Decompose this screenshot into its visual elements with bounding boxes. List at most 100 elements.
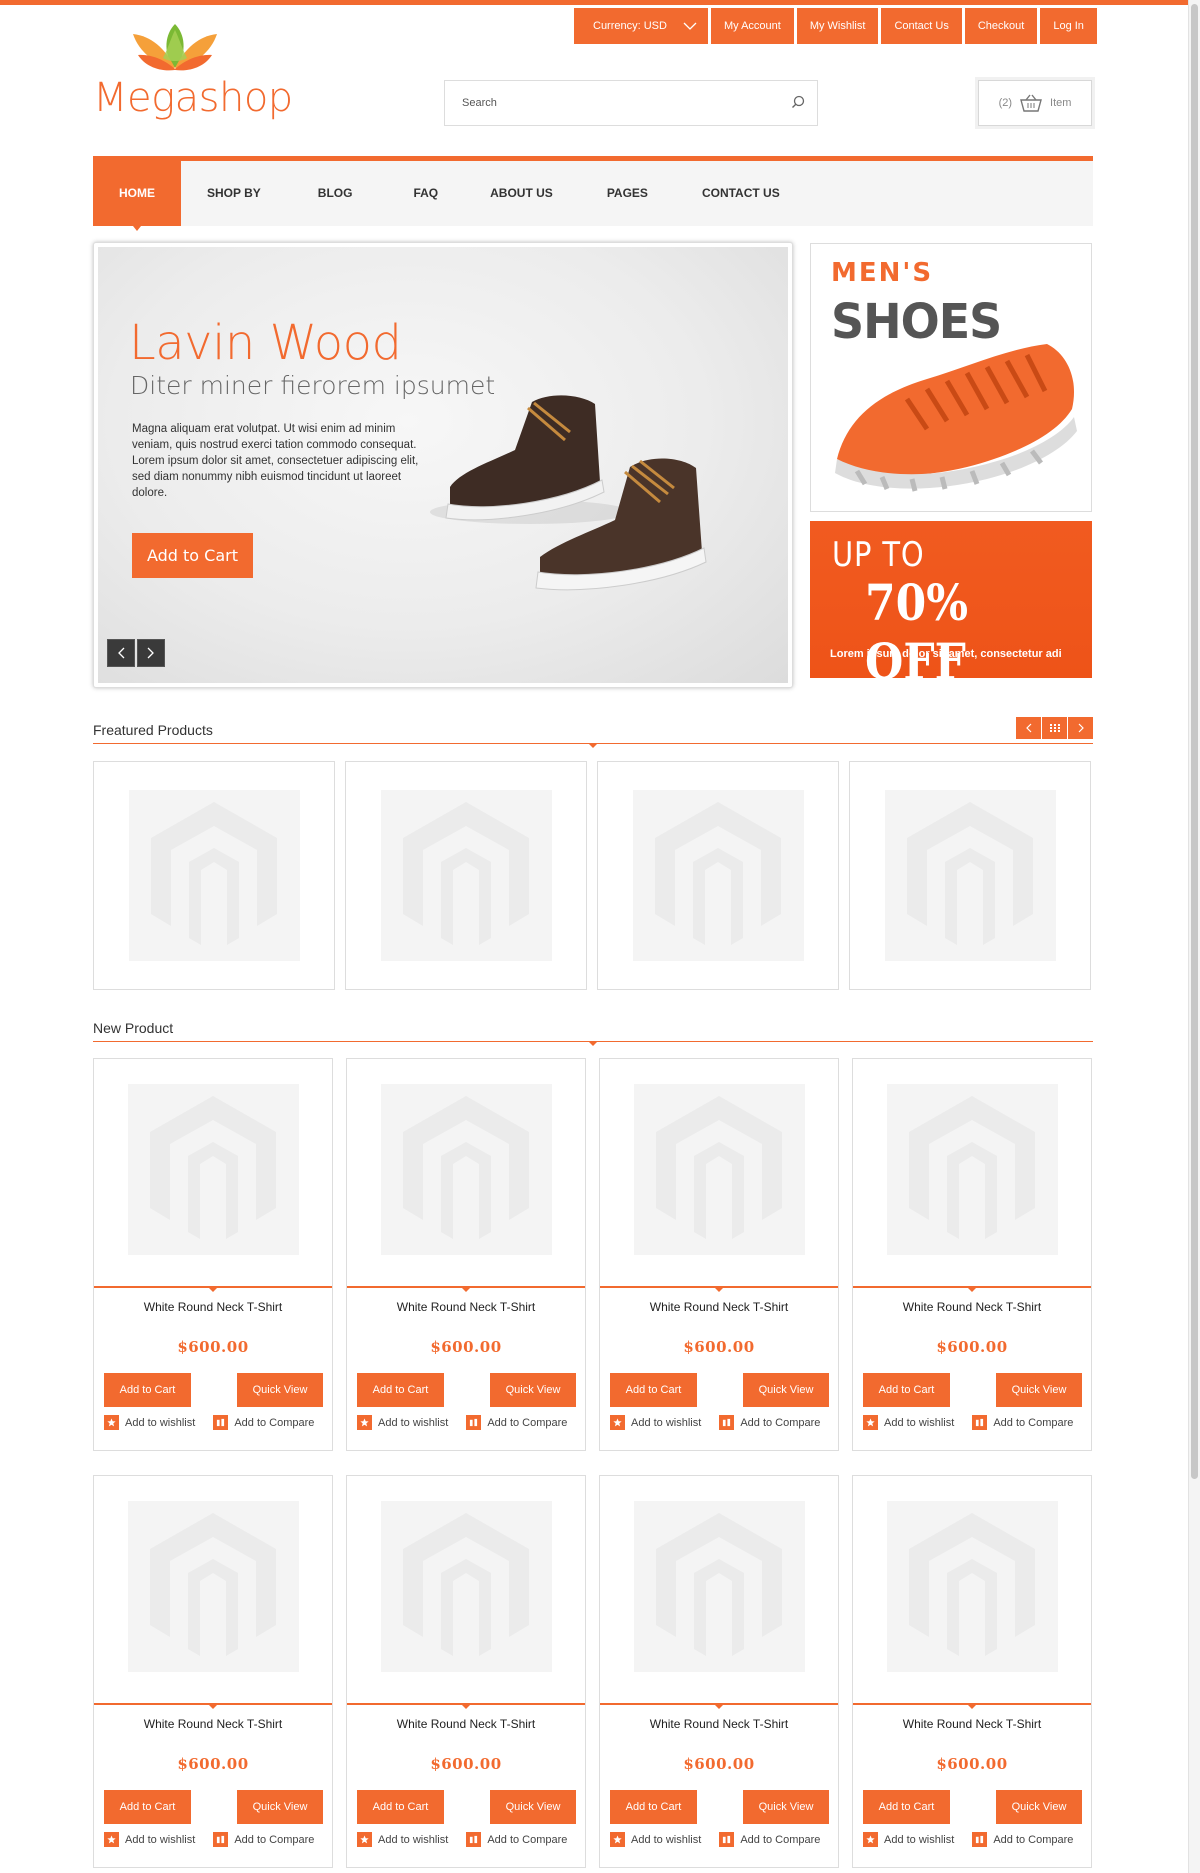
add-to-wishlist-link[interactable]: Add to wishlist (104, 1832, 195, 1847)
login-link[interactable]: Log In (1040, 8, 1097, 44)
my-wishlist-link[interactable]: My Wishlist (796, 8, 879, 44)
product-placeholder-icon (887, 1084, 1058, 1255)
product-price: $600.00 (177, 1755, 249, 1773)
add-to-cart-button[interactable]: Add to Cart (863, 1373, 950, 1407)
compare-label: Add to Compare (487, 1833, 568, 1846)
slide-add-to-cart-button[interactable]: Add to Cart (132, 533, 253, 578)
quick-view-button[interactable]: Quick View (237, 1373, 323, 1407)
quick-view-button[interactable]: Quick View (996, 1373, 1082, 1407)
add-to-compare-link[interactable]: Add to Compare (466, 1415, 567, 1430)
add-to-wishlist-link[interactable]: Add to wishlist (357, 1832, 448, 1847)
product-image[interactable] (381, 1084, 552, 1260)
compare-label: Add to Compare (487, 1416, 568, 1429)
product-card: White Round Neck T-Shirt $600.00 Add to Ca… (93, 1475, 333, 1868)
product-name[interactable]: White Round Neck T-Shirt (853, 1717, 1091, 1731)
product-image[interactable] (128, 1501, 299, 1677)
product-divider (600, 1286, 838, 1292)
product-image[interactable] (887, 1501, 1058, 1677)
quick-view-button[interactable]: Quick View (490, 1373, 576, 1407)
slide-description: Magna aliquam erat volutpat. Ut wisi eni… (132, 423, 419, 499)
featured-prev-button[interactable] (1016, 717, 1041, 739)
add-to-compare-link[interactable]: Add to Compare (213, 1832, 314, 1847)
add-to-cart-button[interactable]: Add to Cart (610, 1790, 697, 1824)
product-name[interactable]: White Round Neck T-Shirt (347, 1717, 585, 1731)
product-name[interactable]: White Round Neck T-Shirt (600, 1717, 838, 1731)
add-to-compare-link[interactable]: Add to Compare (213, 1415, 314, 1430)
product-divider (600, 1703, 838, 1709)
add-to-compare-link[interactable]: Add to Compare (972, 1832, 1073, 1847)
add-to-compare-link[interactable]: Add to Compare (972, 1415, 1073, 1430)
quick-view-button[interactable]: Quick View (996, 1790, 1082, 1824)
search-input[interactable] (445, 81, 765, 125)
add-to-cart-button[interactable]: Add to Cart (610, 1373, 697, 1407)
currency-selector[interactable]: Currency: USD (574, 8, 708, 44)
wishlist-label: Add to wishlist (884, 1833, 955, 1846)
add-to-cart-button[interactable]: Add to Cart (357, 1790, 444, 1824)
product-price: $600.00 (430, 1755, 502, 1773)
sale-banner[interactable]: UP TO 70% OFF Lorem ipsum dolor sit amet… (810, 521, 1092, 678)
featured-product-card[interactable] (597, 761, 839, 990)
nav-about-us[interactable]: ABOUT US (464, 161, 579, 226)
product-name[interactable]: White Round Neck T-Shirt (853, 1300, 1091, 1314)
compare-icon (466, 1832, 482, 1847)
product-name[interactable]: White Round Neck T-Shirt (94, 1300, 332, 1314)
featured-product-card[interactable] (345, 761, 587, 990)
product-divider (853, 1286, 1091, 1292)
product-image[interactable] (381, 1501, 552, 1677)
add-to-cart-button[interactable]: Add to Cart (863, 1790, 950, 1824)
product-image[interactable] (634, 1084, 805, 1260)
logo-text: Megashop (93, 75, 293, 121)
add-to-wishlist-link[interactable]: Add to wishlist (863, 1832, 954, 1847)
add-to-compare-link[interactable]: Add to Compare (466, 1832, 567, 1847)
product-image[interactable] (887, 1084, 1058, 1260)
add-to-cart-button[interactable]: Add to Cart (104, 1373, 191, 1407)
add-to-compare-link[interactable]: Add to Compare (719, 1832, 820, 1847)
cart-button[interactable]: (2) Item (978, 80, 1092, 126)
product-name[interactable]: White Round Neck T-Shirt (94, 1717, 332, 1731)
quick-view-button[interactable]: Quick View (743, 1373, 829, 1407)
add-to-wishlist-link[interactable]: Add to wishlist (610, 1415, 701, 1430)
nav-shop-by[interactable]: SHOP BY (181, 161, 287, 226)
add-to-compare-link[interactable]: Add to Compare (719, 1415, 820, 1430)
page-scrollbar[interactable] (1188, 0, 1200, 1873)
add-to-wishlist-link[interactable]: Add to wishlist (610, 1832, 701, 1847)
product-name[interactable]: White Round Neck T-Shirt (347, 1300, 585, 1314)
product-image[interactable] (634, 1501, 805, 1677)
mens-shoes-banner[interactable]: MEN'S SHOES (810, 243, 1092, 512)
logo[interactable]: Megashop (93, 22, 293, 124)
scrollbar-thumb[interactable] (1191, 4, 1198, 1479)
product-row: White Round Neck T-Shirt $600.00 Add to Ca… (93, 1475, 1093, 1868)
nav-contact-us[interactable]: CONTACT US (676, 161, 806, 226)
add-to-wishlist-link[interactable]: Add to wishlist (863, 1415, 954, 1430)
contact-us-link[interactable]: Contact Us (881, 8, 962, 44)
product-actions: Add to wishlist Add to Compare (104, 1415, 314, 1430)
featured-products-grid (93, 761, 1093, 990)
product-name[interactable]: White Round Neck T-Shirt (600, 1300, 838, 1314)
my-account-link[interactable]: My Account (710, 8, 794, 44)
chevron-right-icon (147, 647, 154, 659)
nav-home[interactable]: HOME (93, 161, 181, 231)
compare-icon (972, 1832, 988, 1847)
add-to-cart-button[interactable]: Add to Cart (357, 1373, 444, 1407)
slider-next-button[interactable] (137, 639, 165, 667)
featured-product-card[interactable] (93, 761, 335, 990)
checkout-link[interactable]: Checkout (964, 8, 1038, 44)
nav-blog[interactable]: BLOG (287, 161, 384, 226)
nav-faq[interactable]: FAQ (383, 161, 464, 226)
product-image[interactable] (128, 1084, 299, 1260)
add-to-cart-button[interactable]: Add to Cart (104, 1790, 191, 1824)
quick-view-button[interactable]: Quick View (490, 1790, 576, 1824)
nav-pages[interactable]: PAGES (579, 161, 676, 226)
add-to-wishlist-link[interactable]: Add to wishlist (357, 1415, 448, 1430)
add-to-wishlist-link[interactable]: Add to wishlist (104, 1415, 195, 1430)
search-icon[interactable] (791, 95, 805, 109)
featured-next-button[interactable] (1068, 717, 1093, 739)
product-placeholder-icon (380, 790, 552, 961)
featured-product-card[interactable] (849, 761, 1091, 990)
slider-prev-button[interactable] (107, 639, 135, 667)
product-card: White Round Neck T-Shirt $600.00 Add to Ca… (599, 1475, 839, 1868)
quick-view-button[interactable]: Quick View (743, 1790, 829, 1824)
featured-grid-button[interactable] (1042, 717, 1067, 739)
banner-caption: Lorem ipsum dolor sit amet, consectetur … (830, 648, 1062, 660)
quick-view-button[interactable]: Quick View (237, 1790, 323, 1824)
